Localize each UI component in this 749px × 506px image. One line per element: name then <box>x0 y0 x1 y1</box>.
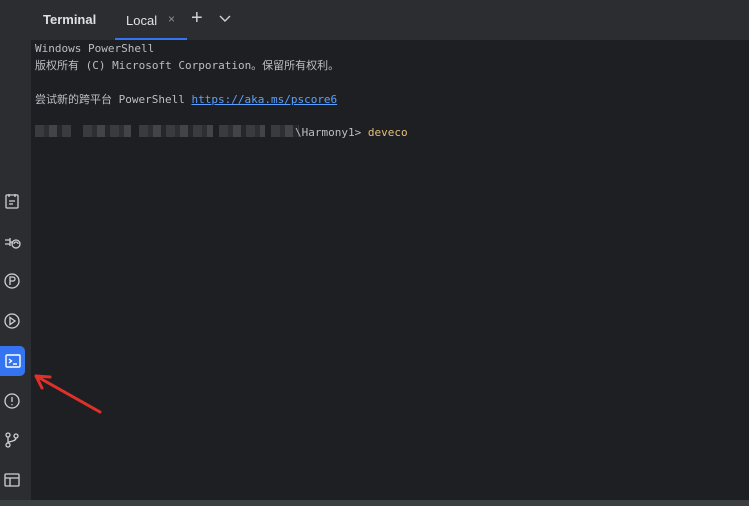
tab-local[interactable]: Local × <box>115 0 187 40</box>
output-line: Windows PowerShell <box>35 42 155 55</box>
terminal-header: Terminal Local × + <box>31 0 749 41</box>
prompt-line: \Harmony1> deveco <box>295 126 408 140</box>
line-prefix: 尝试新的跨平台 PowerShell <box>35 93 192 106</box>
services-icon[interactable] <box>0 228 24 256</box>
typed-command: deveco <box>367 126 408 139</box>
new-tab-button[interactable]: + <box>191 8 203 28</box>
annotation-arrow-icon <box>34 374 102 414</box>
run-icon[interactable] <box>0 307 24 335</box>
pscore-link[interactable]: https://aka.ms/pscore6 <box>191 93 337 106</box>
todo-icon[interactable] <box>0 187 24 215</box>
terminal-output[interactable]: Windows PowerShell 版权所有 (C) Microsoft Co… <box>31 41 749 500</box>
problems-icon[interactable] <box>0 387 24 415</box>
output-line: 版权所有 (C) Microsoft Corporation。保留所有权利。 <box>35 59 340 72</box>
git-icon[interactable] <box>0 426 24 454</box>
toolwindow-title: Terminal <box>43 12 97 27</box>
redacted-path <box>83 125 131 137</box>
tab-label: Local <box>126 13 158 28</box>
terminal-icon[interactable] <box>0 346 25 376</box>
close-icon[interactable]: × <box>168 12 175 26</box>
profiler-icon[interactable] <box>0 267 24 295</box>
horizontal-scrollbar[interactable] <box>0 500 749 506</box>
redacted-path <box>35 125 71 137</box>
chevron-down-icon[interactable] <box>219 12 231 24</box>
structure-icon[interactable] <box>0 466 24 494</box>
left-toolbar <box>0 0 32 500</box>
prompt-path: \Harmony1> <box>295 126 368 139</box>
redacted-path <box>139 125 213 137</box>
redacted-path <box>219 125 265 137</box>
output-line: 尝试新的跨平台 PowerShell https://aka.ms/pscore… <box>35 93 337 107</box>
active-tab-indicator <box>115 38 187 40</box>
